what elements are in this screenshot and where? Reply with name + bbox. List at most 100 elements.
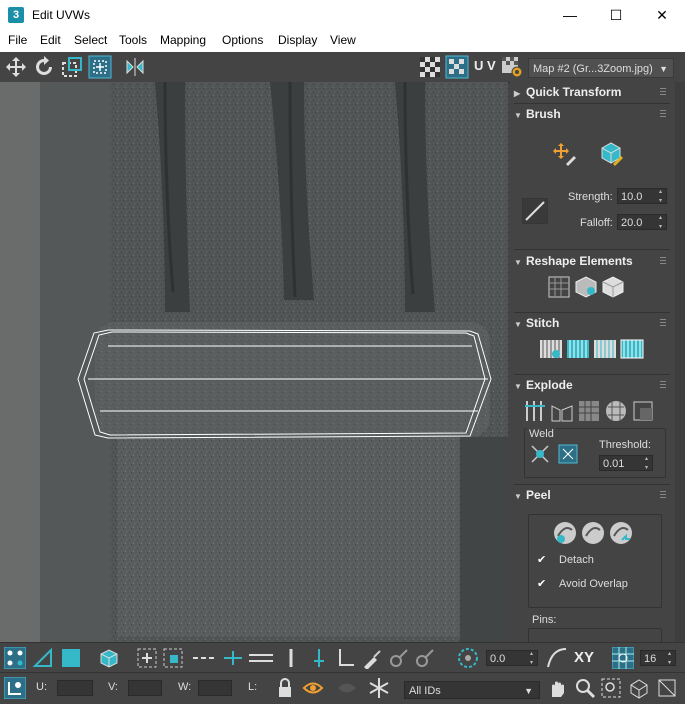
vertex-select-icon[interactable] [4,647,26,669]
scale-icon[interactable] [60,55,84,79]
uv-texture-canvas[interactable] [0,82,508,642]
strength-spinner[interactable]: 10.0 [617,188,667,206]
rotate-icon[interactable] [32,55,56,79]
soft-select-icon[interactable] [457,647,479,669]
mirror-icon[interactable] [124,55,148,79]
explode-flatten-icon[interactable] [630,398,656,424]
checker-icon[interactable] [418,55,442,79]
explode-grid-icon[interactable] [576,398,602,424]
brush-move-icon[interactable] [552,140,578,166]
shrink-selection-icon[interactable] [162,647,184,669]
freeform-icon[interactable] [88,55,112,79]
zoom-selected-icon[interactable] [656,677,678,699]
pan-icon[interactable] [546,677,568,699]
unhide-icon[interactable] [336,677,358,699]
weld-target-icon[interactable] [556,442,580,466]
absolute-offset-icon[interactable] [4,677,26,699]
ring-grow-icon[interactable] [280,647,302,669]
break-icon[interactable] [522,398,548,424]
panel-scrollbar[interactable] [675,82,685,642]
edge-loop-icon[interactable] [334,647,356,669]
reset-peel-icon[interactable] [608,520,634,546]
close-button[interactable]: ✕ [639,0,685,30]
v-coordinate-field[interactable] [128,680,162,696]
stitch-source-icon[interactable] [565,336,591,362]
map-select-dropdown[interactable]: Map #2 (Gr...3Zoom.jpg) ▼ [528,58,674,78]
falloff-spinner[interactable]: 20.0 [617,214,667,232]
brush-relax-icon[interactable] [598,140,624,166]
paint-shrink-icon[interactable] [414,647,436,669]
rollout-brush[interactable]: ▼ Brush [514,105,670,123]
stitch-average-icon[interactable] [592,336,618,362]
settings-icon[interactable] [500,55,524,79]
stitch-custom-icon[interactable] [538,336,564,362]
loop-grow-icon[interactable] [222,647,244,669]
divider [514,103,670,104]
weld-selected-icon[interactable] [528,442,552,466]
divider [514,374,670,375]
hide-icon[interactable] [302,677,324,699]
grow-selection-icon[interactable] [136,647,158,669]
paint-grow-icon[interactable] [388,647,410,669]
stitch-target-icon[interactable] [619,336,645,362]
quick-peel-icon[interactable] [552,520,578,546]
maximize-button[interactable]: ☐ [593,0,639,30]
menu-edit[interactable]: Edit [40,33,61,47]
xy-toggle[interactable]: XY [574,649,594,666]
detach-edges-icon[interactable] [549,398,575,424]
paint-select-icon[interactable] [360,647,382,669]
point-to-point-icon[interactable] [308,647,330,669]
grid-snap-icon[interactable] [612,647,634,669]
grip-icon [660,491,666,499]
app-logo-icon: 3 [8,7,24,23]
element-select-icon[interactable] [98,647,120,669]
threshold-spinner[interactable]: 0.01 [599,455,653,473]
zoom-icon[interactable] [574,677,596,699]
detach-checkbox[interactable]: ✔ [537,555,547,566]
lock-icon[interactable] [274,677,296,699]
u-coordinate-field[interactable] [57,680,93,696]
rollout-stitch[interactable]: ▼ Stitch [514,314,670,332]
menu-display[interactable]: Display [278,33,317,47]
zoom-extents-icon[interactable] [628,677,650,699]
loop-icon[interactable] [192,647,218,669]
menu-file[interactable]: File [8,33,27,47]
command-panel: ▶ Quick Transform ▼ Brush Strength: 10.0 F… [510,82,674,642]
straighten-icon[interactable] [546,274,572,300]
rollout-reshape-elements[interactable]: ▼ Reshape Elements [514,252,670,270]
avoid-overlap-checkbox[interactable]: ✔ [537,579,547,590]
divider [514,312,670,313]
peel-mode-icon[interactable] [580,520,606,546]
uv-label[interactable]: U V [474,58,496,73]
rollout-title: Brush [526,107,561,121]
chevron-down-icon: ▼ [524,686,533,696]
falloff-curve-icon[interactable] [522,198,548,224]
w-coordinate-field[interactable] [198,680,232,696]
texture-checker-icon[interactable] [445,55,469,79]
rollout-peel[interactable]: ▼ Peel [514,486,670,504]
title-bar: 3 Edit UVWs — ☐ ✕ [0,0,685,30]
explode-checker-icon[interactable] [603,398,629,424]
falloff-type-icon[interactable] [546,647,568,669]
move-icon[interactable] [4,55,28,79]
menu-mapping[interactable]: Mapping [160,33,206,47]
uv-viewport[interactable] [0,82,508,642]
relax-element-icon[interactable] [573,274,599,300]
freeze-icon[interactable] [368,677,390,699]
collapse-arrow-icon: ▼ [514,320,522,329]
material-id-select[interactable]: All IDs ▼ [404,681,540,699]
rollout-explode[interactable]: ▼ Explode [514,376,670,394]
menu-options[interactable]: Options [222,33,263,47]
face-select-icon[interactable] [60,647,82,669]
relax-settings-icon[interactable] [600,274,626,300]
ring-icon[interactable] [248,647,274,669]
zoom-region-icon[interactable] [600,677,622,699]
menu-select[interactable]: Select [74,33,107,47]
menu-view[interactable]: View [330,33,356,47]
edge-select-icon[interactable] [32,647,54,669]
menu-tools[interactable]: Tools [119,33,147,47]
grid-spinner[interactable]: 16 [640,650,676,668]
minimize-button[interactable]: — [547,0,593,30]
rotation-spinner[interactable]: 0.0 [486,650,538,668]
rollout-quick-transform[interactable]: ▶ Quick Transform [514,83,670,101]
